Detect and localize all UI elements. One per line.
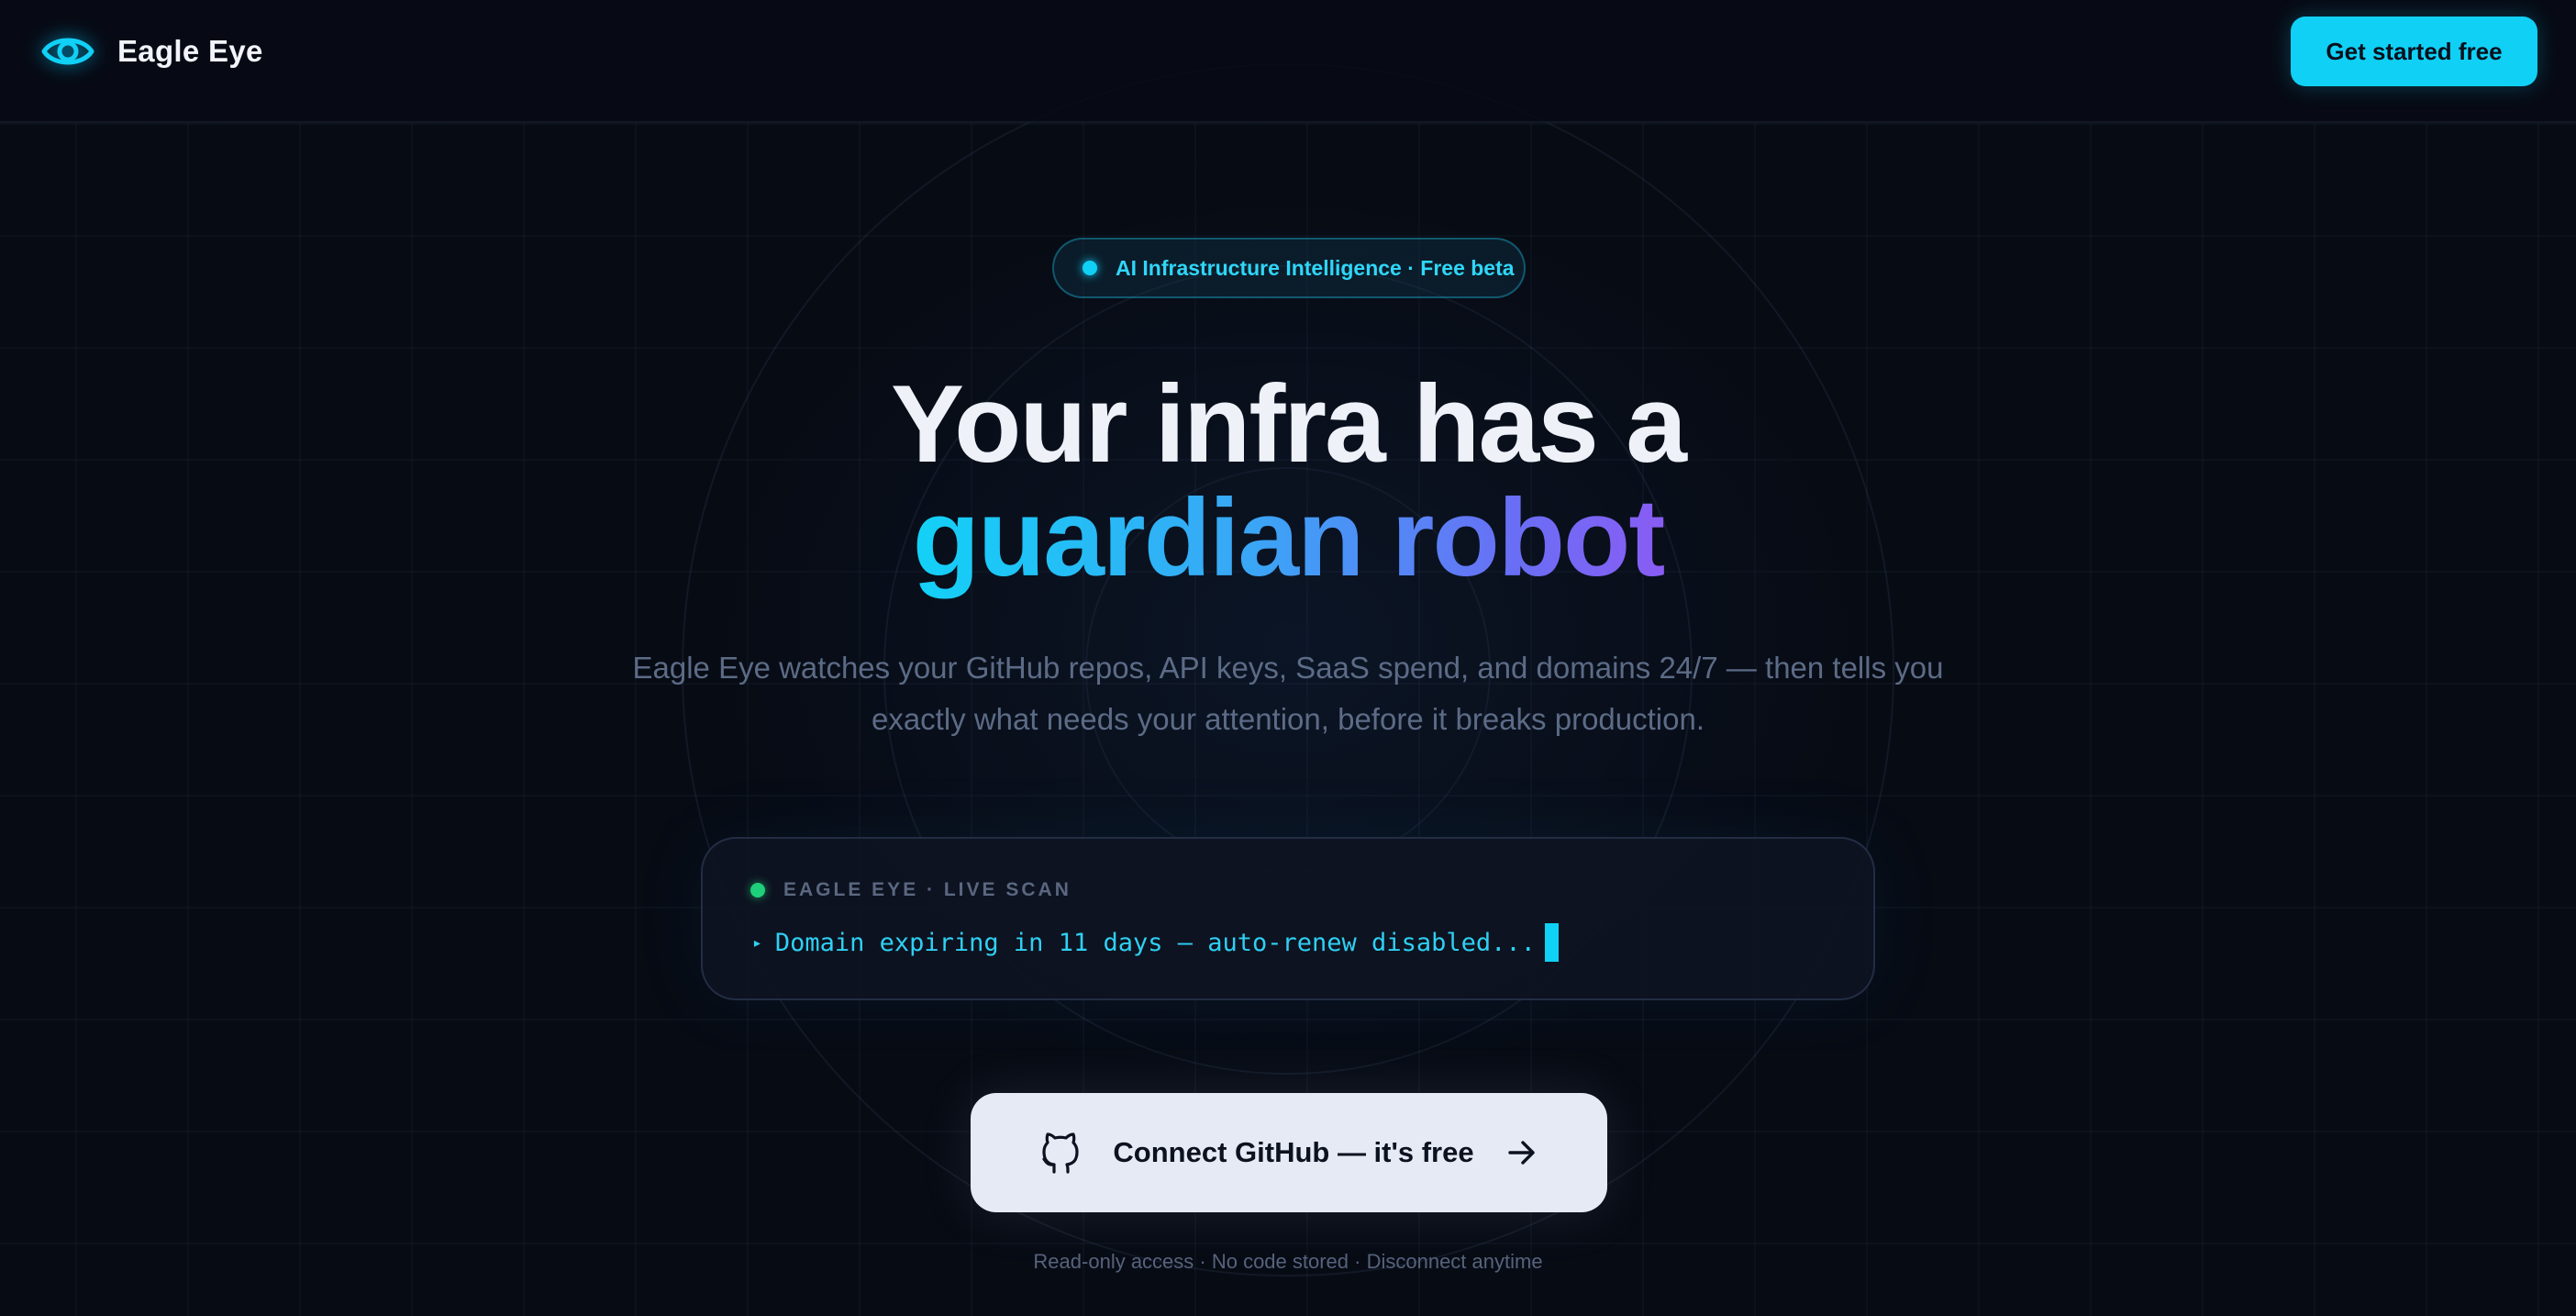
get-started-button[interactable]: Get started free (2291, 17, 2537, 86)
live-scan-card: EAGLE EYE · LIVE SCAN ▸ Domain expiring … (701, 837, 1875, 1000)
headline-line-1: Your infra has a (890, 362, 1687, 485)
headline-line-2: guardian robot (907, 481, 1670, 608)
connect-github-label: Connect GitHub — it's free (1113, 1136, 1474, 1168)
terminal-cursor (1544, 923, 1559, 962)
live-status-dot-icon (750, 883, 765, 898)
scan-label: EAGLE EYE · LIVE SCAN (783, 879, 1071, 900)
scan-output-line: ▸ Domain expiring in 11 days — auto-rene… (752, 922, 1559, 963)
badge-text: AI Infrastructure Intelligence · Free be… (1116, 255, 1515, 280)
play-triangle-icon: ▸ (752, 932, 762, 953)
github-icon (1042, 1132, 1080, 1174)
connect-github-button[interactable]: Connect GitHub — it's free (971, 1093, 1607, 1212)
brand[interactable]: Eagle Eye (40, 26, 263, 77)
hero-headline: Your infra has a guardian robot (0, 367, 2576, 608)
top-navigation-bar: Eagle Eye Get started free (0, 0, 2576, 123)
status-dot-icon (1083, 261, 1097, 275)
landing-page: Eagle Eye Get started free AI Infrastruc… (0, 0, 2576, 1316)
scan-message: Domain expiring in 11 days — auto-renew … (774, 928, 1536, 957)
brand-name: Eagle Eye (117, 34, 263, 68)
hero-subtitle: Eagle Eye watches your GitHub repos, API… (632, 651, 1944, 736)
scan-header: EAGLE EYE · LIVE SCAN (750, 879, 1071, 901)
privacy-footnote: Read-only access · No code stored · Disc… (1033, 1250, 1543, 1273)
eye-icon (41, 38, 94, 65)
arrow-right-icon (1507, 1141, 1535, 1165)
beta-badge: AI Infrastructure Intelligence · Free be… (1052, 238, 1526, 298)
